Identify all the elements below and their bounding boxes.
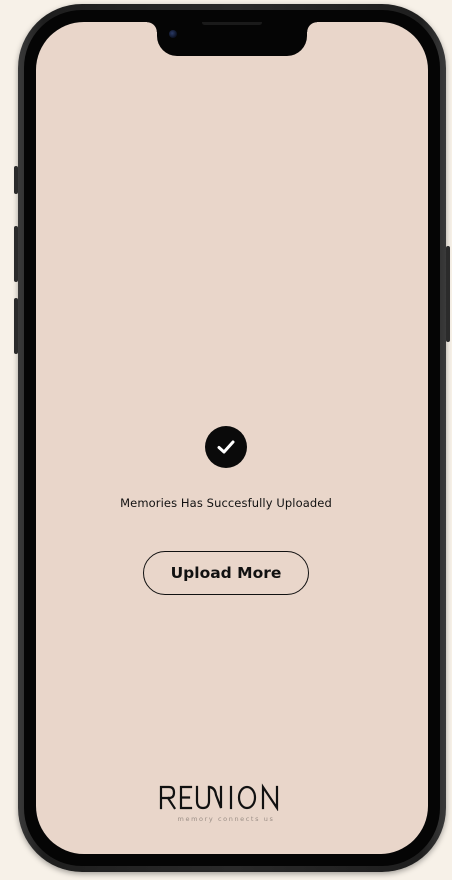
- brand-logo: [0, 783, 452, 811]
- brand-tagline: memory connects us: [177, 815, 275, 823]
- front-camera-icon: [169, 30, 177, 38]
- checkmark-icon: [217, 440, 235, 454]
- volume-down-button: [14, 298, 18, 354]
- power-button: [446, 246, 450, 342]
- silent-switch: [14, 166, 18, 194]
- upload-more-button[interactable]: Upload More: [143, 551, 309, 595]
- volume-up-button: [14, 226, 18, 282]
- reunion-logo-icon: [159, 783, 279, 811]
- speaker-grill: [202, 22, 262, 25]
- check-circle-icon: [205, 426, 247, 468]
- notch: [147, 22, 317, 56]
- upload-success-message: Memories Has Succesfully Uploaded: [120, 496, 332, 510]
